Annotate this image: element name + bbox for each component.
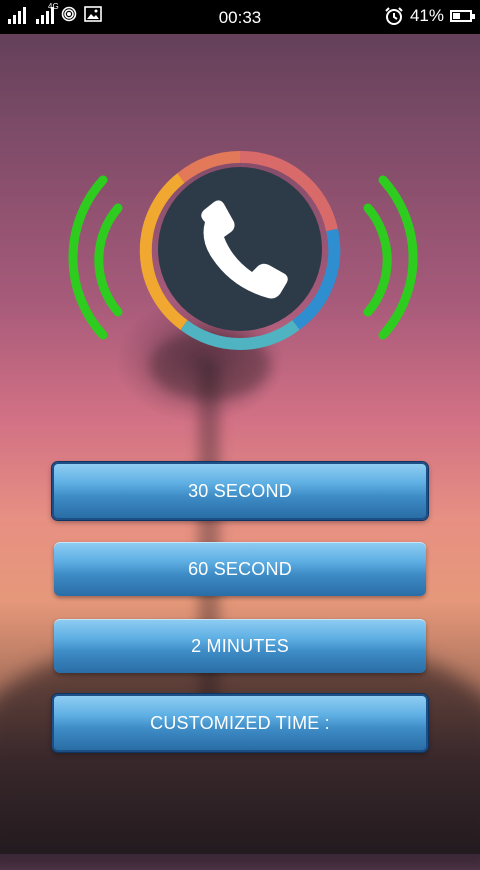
sound-wave-right-inner bbox=[363, 203, 392, 317]
sixty-second-label: 60 SECOND bbox=[188, 558, 292, 579]
sound-wave-left-inner bbox=[94, 203, 123, 317]
two-minutes-label: 2 MINUTES bbox=[191, 635, 289, 656]
two-minutes-button[interactable]: 2 MINUTES bbox=[54, 619, 426, 673]
battery-percent: 41% bbox=[409, 6, 444, 25]
status-bar: 4G 00:33 41% bbox=[0, 0, 480, 34]
sixty-second-button[interactable]: 60 SECOND bbox=[54, 542, 426, 596]
call-ringing-graphic bbox=[68, 150, 418, 351]
customized-time-button[interactable]: CUSTOMIZED TIME : bbox=[52, 694, 428, 752]
thirty-second-label: 30 SECOND bbox=[188, 480, 292, 501]
background-trees bbox=[0, 640, 480, 870]
phone-circle bbox=[158, 167, 322, 331]
customized-time-label: CUSTOMIZED TIME : bbox=[150, 712, 330, 733]
alarm-icon bbox=[385, 7, 403, 25]
thirty-second-button[interactable]: 30 SECOND bbox=[52, 462, 428, 520]
status-right-icons: 41% bbox=[384, 6, 475, 26]
battery-icon bbox=[450, 10, 475, 22]
